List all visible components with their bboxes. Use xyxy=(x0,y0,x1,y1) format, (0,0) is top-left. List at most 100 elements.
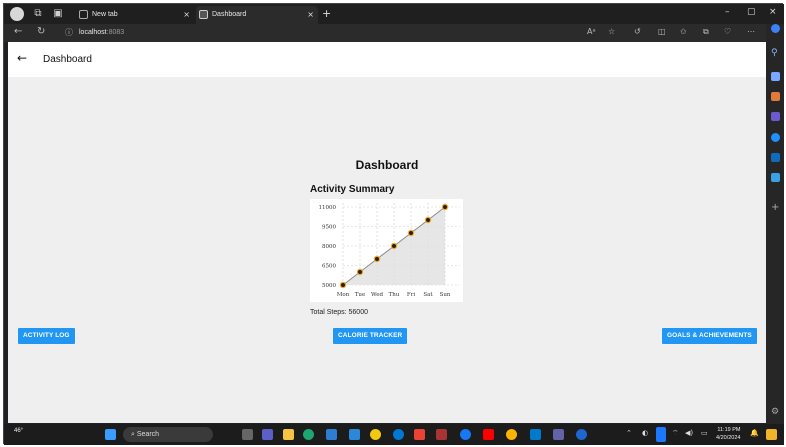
goals-achievements-button[interactable]: GOALS & ACHIEVEMENTS xyxy=(662,328,757,344)
tray-chevron-icon[interactable]: ⌃ xyxy=(626,429,632,437)
wifi-icon[interactable]: ⌔ xyxy=(672,429,679,438)
games-icon[interactable] xyxy=(771,112,780,121)
office-icon[interactable] xyxy=(771,133,780,142)
chrome-alt-icon[interactable] xyxy=(506,429,517,440)
activity-chart: 5000 6500 8000 9500 11000 Mon Tue Wed Thu Fri Sat S… xyxy=(310,199,463,302)
tab-label: New tab xyxy=(92,11,118,18)
split-screen-icon[interactable]: ◫ xyxy=(658,27,666,36)
taskbar-search[interactable]: ⌕ Search xyxy=(123,427,213,442)
edge-sidebar: ⚲ + ⚙ xyxy=(766,24,784,424)
url-host: localhost xyxy=(79,29,107,36)
info-icon[interactable]: ⓘ xyxy=(65,27,73,38)
data-point xyxy=(424,216,432,224)
tab-strip: ⧉ ▣ New tab × Dashboard × + – ▢ × xyxy=(4,4,784,24)
edge-browser-icon[interactable] xyxy=(303,429,314,440)
task-view-icon[interactable] xyxy=(242,429,253,440)
facebook-icon[interactable] xyxy=(460,429,471,440)
app-favicon-icon xyxy=(199,10,208,19)
add-icon[interactable]: + xyxy=(771,202,780,213)
search-label: Search xyxy=(136,431,160,438)
x-tick-label: Sun xyxy=(440,292,451,298)
file-explorer-icon[interactable] xyxy=(283,429,294,440)
clock-date: 4/20/2024 xyxy=(716,435,741,441)
y-tick-label: 8000 xyxy=(322,244,336,250)
youtube-icon[interactable] xyxy=(483,429,494,440)
google-icon[interactable] xyxy=(414,429,425,440)
tab-actions-icon[interactable]: ▣ xyxy=(52,8,64,20)
app-bar-title: Dashboard xyxy=(43,54,92,65)
total-steps: Total Steps: 56000 xyxy=(310,309,368,316)
battery-icon[interactable]: ▭ xyxy=(701,429,708,437)
browser-window: ⧉ ▣ New tab × Dashboard × + – ▢ × ← ↻ ⓘ … xyxy=(3,3,784,445)
profile-avatar[interactable] xyxy=(10,7,24,21)
vscode-icon[interactable] xyxy=(530,429,541,440)
send-icon[interactable] xyxy=(771,173,780,182)
extension-icon[interactable]: ↺ xyxy=(634,27,641,36)
minimize-button[interactable]: – xyxy=(725,7,730,17)
windows-start-icon[interactable] xyxy=(105,429,116,440)
data-point xyxy=(441,203,449,211)
activity-log-button[interactable]: ACTIVITY LOG xyxy=(18,328,75,344)
tab-label: Dashboard xyxy=(212,11,247,18)
close-window-button[interactable]: × xyxy=(769,7,777,17)
x-tick-label: Wed xyxy=(371,292,383,298)
data-point xyxy=(356,268,364,276)
workspaces-icon[interactable]: ⧉ xyxy=(32,8,44,20)
new-tab-button[interactable]: + xyxy=(322,7,331,20)
settings-gear-icon[interactable]: ⚙ xyxy=(771,407,780,417)
steps-area-chart: 5000 6500 8000 9500 11000 Mon Tue Wed Thu Fri Sat S… xyxy=(319,203,460,298)
app-icon[interactable] xyxy=(436,429,447,440)
y-tick-label: 6500 xyxy=(322,264,336,270)
refresh-icon[interactable]: ↻ xyxy=(37,26,45,37)
tab-new-tab[interactable]: New tab × xyxy=(76,6,194,24)
volume-icon[interactable]: ◀) xyxy=(685,429,693,437)
toolbox-icon[interactable] xyxy=(771,92,780,101)
taskbar: 46° ⌕ Search ⌃ ◐ ⌔ ◀) ▭ 11:19 PM 4/20/20… xyxy=(4,424,784,445)
teams-alt-icon[interactable] xyxy=(553,429,564,440)
notification-bell-icon[interactable]: 🔔 xyxy=(750,429,759,437)
activity-summary-title: Activity Summary xyxy=(310,184,395,195)
copilot-icon[interactable] xyxy=(771,24,780,33)
back-arrow-icon[interactable]: ← xyxy=(17,51,27,65)
shopping-tag-icon[interactable] xyxy=(771,72,780,81)
read-aloud-icon[interactable]: Aᵃ xyxy=(587,27,596,36)
chrome-icon[interactable] xyxy=(370,429,381,440)
back-arrow-icon[interactable]: ← xyxy=(14,26,22,37)
address-bar: ← ↻ ⓘ localhost:8083 Aᵃ ☆ ↺ ◫ ✩ ⧉ ♡ ⋯ xyxy=(4,24,766,42)
data-point xyxy=(407,229,415,237)
page-title: Dashboard xyxy=(355,158,419,172)
more-apps-icon[interactable] xyxy=(576,429,587,440)
url-field[interactable]: localhost:8083 xyxy=(79,27,124,39)
y-tick-label: 11000 xyxy=(319,205,337,211)
more-menu-icon[interactable]: ⋯ xyxy=(747,27,755,36)
x-tick-label: Tue xyxy=(355,292,365,298)
calorie-tracker-button[interactable]: CALORIE TRACKER xyxy=(333,328,408,344)
weather-widget[interactable]: 46° xyxy=(14,428,23,434)
favorite-star-icon[interactable]: ☆ xyxy=(608,27,615,36)
x-tick-label: Sat xyxy=(423,292,433,298)
search-icon[interactable]: ⚲ xyxy=(771,48,780,58)
tab-dashboard[interactable]: Dashboard × xyxy=(196,6,318,24)
close-tab-icon[interactable]: × xyxy=(307,6,314,24)
url-port: :8083 xyxy=(106,29,125,36)
y-tick-label: 5000 xyxy=(322,283,336,289)
teams-icon[interactable] xyxy=(262,429,273,440)
page-icon xyxy=(79,10,88,19)
outlook-icon[interactable] xyxy=(771,153,780,162)
favorites-icon[interactable]: ✩ xyxy=(680,27,687,36)
copilot-taskbar-icon[interactable] xyxy=(766,429,777,440)
tray-app-icon[interactable]: ◐ xyxy=(642,429,648,437)
system-clock[interactable]: 11:19 PM 4/20/2024 xyxy=(716,426,740,442)
x-tick-label: Mon xyxy=(337,292,350,298)
page-content: ← Dashboard Dashboard Activity Summary 5… xyxy=(8,42,766,423)
collections-icon[interactable]: ⧉ xyxy=(703,27,709,37)
cortana-icon[interactable] xyxy=(393,429,404,440)
microphone-icon[interactable] xyxy=(656,427,666,442)
app-bar: ← Dashboard xyxy=(8,42,766,77)
close-tab-icon[interactable]: × xyxy=(183,6,190,24)
data-point xyxy=(339,281,347,289)
pycharm-icon[interactable] xyxy=(349,429,360,440)
maximize-button[interactable]: ▢ xyxy=(747,7,756,17)
store-icon[interactable] xyxy=(326,429,337,440)
copilot-heart-icon[interactable]: ♡ xyxy=(724,27,731,36)
